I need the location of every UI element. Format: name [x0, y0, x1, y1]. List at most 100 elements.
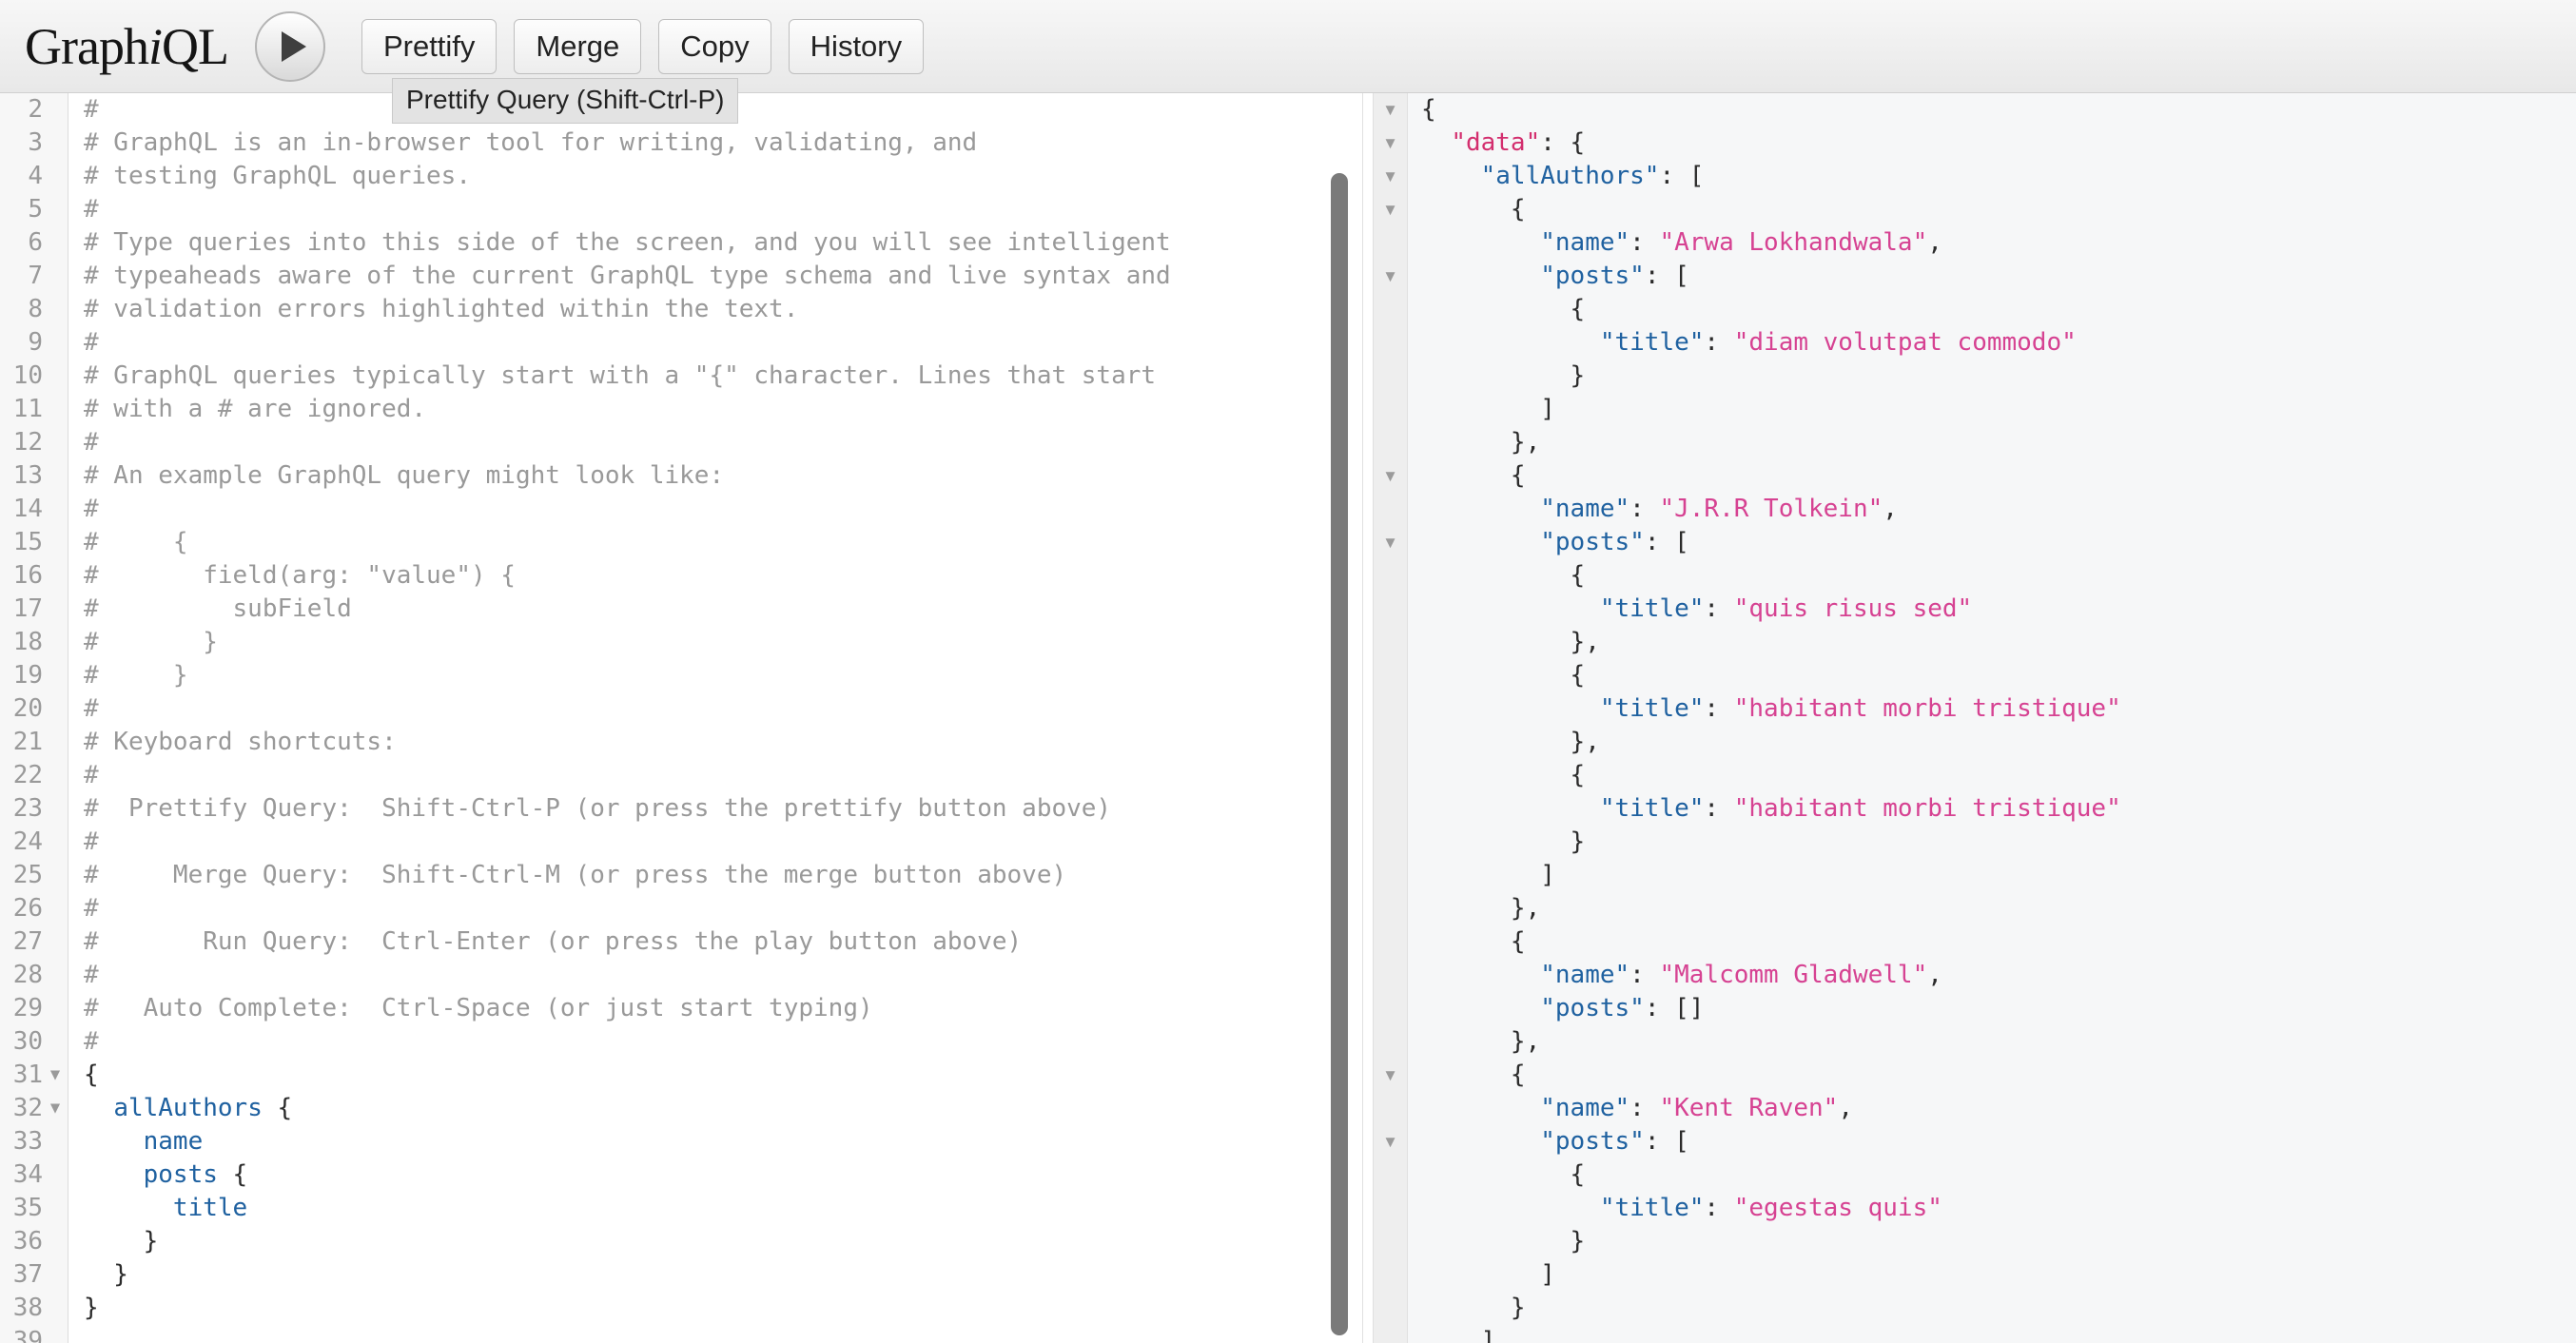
- query-line-number: 16▼: [0, 559, 68, 593]
- result-code-line: "title": "habitant morbi tristique": [1421, 792, 2576, 826]
- query-code-line: }: [84, 1225, 1362, 1258]
- merge-button[interactable]: Merge: [514, 19, 641, 74]
- query-scrollbar-thumb[interactable]: [1331, 173, 1348, 1335]
- query-code-line: #: [84, 959, 1362, 992]
- result-fold-toggle-icon[interactable]: ▼: [1382, 1134, 1398, 1150]
- result-fold-toggle-icon[interactable]: ▼: [1382, 535, 1398, 551]
- json-key: "name": [1540, 228, 1630, 257]
- history-button[interactable]: History: [789, 19, 924, 74]
- fold-toggle-icon[interactable]: ▼: [48, 1067, 63, 1083]
- result-code-line: {: [1421, 193, 2576, 226]
- json-key: "posts": [1540, 528, 1645, 556]
- result-fold-toggle-icon[interactable]: ▼: [1382, 202, 1398, 218]
- result-code-line: }: [1421, 360, 2576, 393]
- query-line-number: 32▼: [0, 1092, 68, 1125]
- query-scrollbar-track[interactable]: [1331, 93, 1357, 1343]
- query-line-number: 12▼: [0, 426, 68, 459]
- result-gutter-row: ▼: [1374, 293, 1407, 326]
- result-code-line: {: [1421, 1158, 2576, 1192]
- result-code-line: }: [1421, 826, 2576, 859]
- prettify-button[interactable]: Prettify: [361, 19, 497, 74]
- result-gutter-row: ▼: [1374, 1292, 1407, 1325]
- result-gutter-row: ▼: [1374, 1125, 1407, 1158]
- result-code-line: {: [1421, 93, 2576, 127]
- query-code-line: #: [84, 493, 1362, 526]
- json-key: "name": [1540, 495, 1630, 523]
- result-code-line: "data": {: [1421, 127, 2576, 160]
- result-gutter-row: ▼: [1374, 626, 1407, 659]
- result-gutter-row: ▼: [1374, 1025, 1407, 1059]
- result-gutter-row: ▼: [1374, 859, 1407, 892]
- result-code-line: "posts": [: [1421, 1125, 2576, 1158]
- result-fold-toggle-icon[interactable]: ▼: [1382, 1067, 1398, 1083]
- query-line-number: 22▼: [0, 759, 68, 792]
- query-code-line: # Merge Query: Shift-Ctrl-M (or press th…: [84, 859, 1362, 892]
- json-string-value: "diam volutpat commodo": [1734, 328, 2077, 357]
- result-fold-toggle-icon[interactable]: ▼: [1382, 468, 1398, 484]
- result-gutter-row: ▼: [1374, 1258, 1407, 1292]
- result-code-line: "title": "egestas quis": [1421, 1192, 2576, 1225]
- execute-query-button[interactable]: [255, 11, 325, 82]
- result-fold-toggle-icon[interactable]: ▼: [1382, 135, 1398, 151]
- query-line-number: 2▼: [0, 93, 68, 127]
- json-string-value: "habitant morbi tristique": [1734, 794, 2121, 823]
- query-code-line: {: [84, 1059, 1362, 1092]
- query-line-number-gutter: 2▼3▼4▼5▼6▼7▼8▼9▼10▼11▼12▼13▼14▼15▼16▼17▼…: [0, 93, 68, 1343]
- result-gutter-row: ▼: [1374, 493, 1407, 526]
- query-line-number: 7▼: [0, 260, 68, 293]
- query-code-line: # {: [84, 526, 1362, 559]
- result-code-line: ]: [1421, 1325, 2576, 1343]
- logo-text-italic: i: [148, 18, 162, 75]
- result-code-line: "title": "habitant morbi tristique": [1421, 692, 2576, 726]
- result-code-line: },: [1421, 726, 2576, 759]
- json-key: "title": [1600, 328, 1705, 357]
- query-line-number: 24▼: [0, 826, 68, 859]
- fold-toggle-icon[interactable]: ▼: [48, 1100, 63, 1117]
- copy-button[interactable]: Copy: [658, 19, 771, 74]
- query-code-line: [84, 1325, 1362, 1343]
- query-line-number: 26▼: [0, 892, 68, 925]
- query-code-line: title: [84, 1192, 1362, 1225]
- query-code-line: # Run Query: Ctrl-Enter (or press the pl…: [84, 925, 1362, 959]
- result-code-line: "posts": [: [1421, 260, 2576, 293]
- result-gutter-row: ▼: [1374, 260, 1407, 293]
- prettify-tooltip: Prettify Query (Shift-Ctrl-P): [392, 78, 738, 124]
- result-gutter-row: ▼: [1374, 526, 1407, 559]
- query-line-number: 8▼: [0, 293, 68, 326]
- result-code-line: "name": "Arwa Lokhandwala",: [1421, 226, 2576, 260]
- result-code-line: {: [1421, 1059, 2576, 1092]
- query-code-line: # with a # are ignored.: [84, 393, 1362, 426]
- json-string-value: "quis risus sed": [1734, 594, 1972, 623]
- pane-splitter[interactable]: [1362, 93, 1374, 1343]
- play-icon: [282, 31, 306, 62]
- query-line-number: 33▼: [0, 1125, 68, 1158]
- json-key: "title": [1600, 1194, 1705, 1222]
- result-fold-toggle-icon[interactable]: ▼: [1382, 168, 1398, 185]
- query-code-line: # }: [84, 626, 1362, 659]
- query-line-number: 9▼: [0, 326, 68, 360]
- query-code-line: # Auto Complete: Ctrl-Space (or just sta…: [84, 992, 1362, 1025]
- query-editor-pane[interactable]: 2▼3▼4▼5▼6▼7▼8▼9▼10▼11▼12▼13▼14▼15▼16▼17▼…: [0, 93, 1362, 1343]
- query-line-number: 13▼: [0, 459, 68, 493]
- query-code-area[interactable]: ## GraphQL is an in-browser tool for wri…: [68, 93, 1362, 1343]
- json-string-value: "habitant morbi tristique": [1734, 694, 2121, 723]
- result-viewer-pane[interactable]: ▼▼▼▼▼▼▼▼▼▼▼▼▼▼▼▼▼▼▼▼▼▼▼▼▼▼▼▼▼▼▼▼▼▼▼▼▼▼ {…: [1374, 93, 2576, 1343]
- query-line-number: 5▼: [0, 193, 68, 226]
- graphiql-app: GraphiQL Prettify Merge Copy History Pre…: [0, 0, 2576, 1343]
- query-line-number: 30▼: [0, 1025, 68, 1059]
- result-fold-toggle-icon[interactable]: ▼: [1382, 102, 1398, 118]
- result-gutter-row: ▼: [1374, 1325, 1407, 1343]
- json-key: "title": [1600, 794, 1705, 823]
- query-line-number: 25▼: [0, 859, 68, 892]
- result-gutter-row: ▼: [1374, 459, 1407, 493]
- json-string-value: "egestas quis": [1734, 1194, 1942, 1222]
- query-line-number: 39▼: [0, 1325, 68, 1343]
- query-line-number: 18▼: [0, 626, 68, 659]
- result-gutter-row: ▼: [1374, 792, 1407, 826]
- result-gutter-row: ▼: [1374, 1225, 1407, 1258]
- logo-text-2: QL: [162, 18, 228, 75]
- result-code-line: }: [1421, 1225, 2576, 1258]
- query-line-number: 14▼: [0, 493, 68, 526]
- result-gutter-row: ▼: [1374, 925, 1407, 959]
- result-fold-toggle-icon[interactable]: ▼: [1382, 268, 1398, 284]
